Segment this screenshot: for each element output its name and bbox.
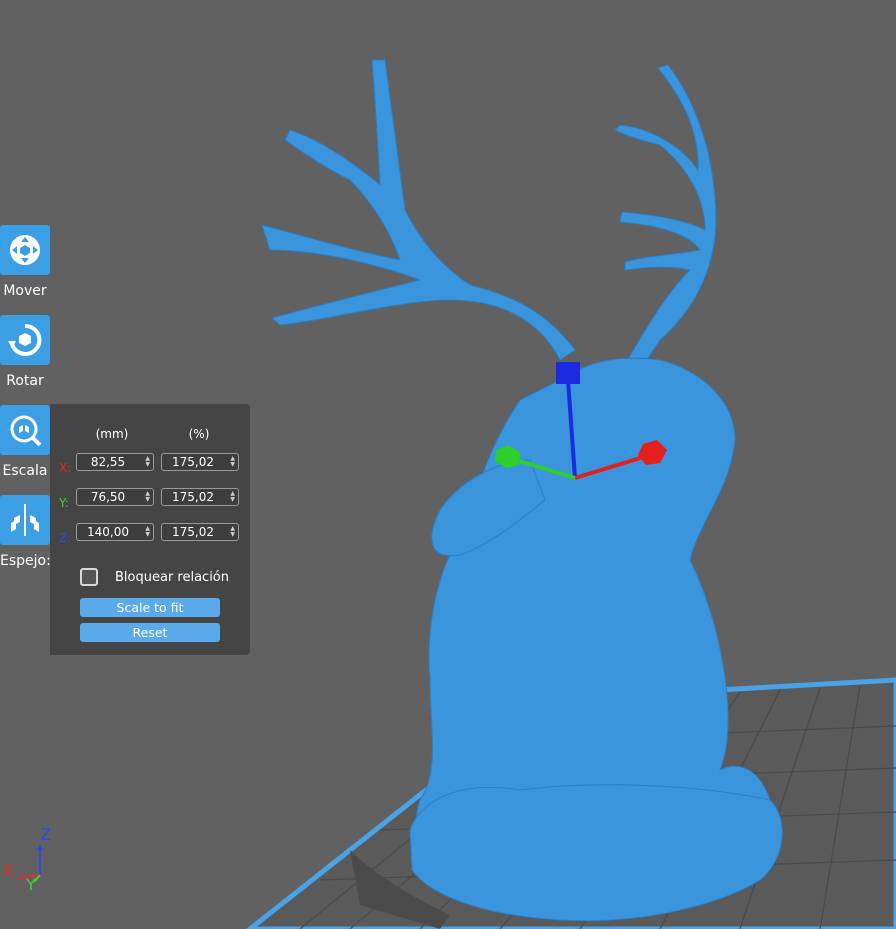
y-axis-label: Y:	[59, 496, 69, 510]
mirror-tool-label: Espejo:	[0, 553, 51, 569]
x-percent-input[interactable]: 175,02 ▲ ▼	[161, 453, 239, 471]
mirror-tool-button[interactable]	[0, 495, 50, 545]
scale-tool-button[interactable]	[0, 405, 50, 455]
rotate-tool-button[interactable]	[0, 315, 50, 365]
move-tool-label: Mover	[3, 283, 47, 299]
scale-icon	[10, 415, 42, 447]
x-mm-input[interactable]: 82,55 ▲ ▼	[76, 453, 154, 471]
z-mm-input[interactable]: 140,00 ▲ ▼	[76, 523, 154, 541]
z-percent-value: 175,02	[172, 525, 214, 539]
lock-ratio-label: Bloquear relación	[115, 570, 230, 585]
mm-column-header: (mm)	[95, 427, 129, 441]
scale-to-fit-button[interactable]: Scale to fit	[80, 598, 220, 617]
spinner-arrows-icon[interactable]: ▲ ▼	[230, 456, 235, 468]
spinner-arrows-icon[interactable]: ▲ ▼	[145, 456, 150, 468]
x-axis-letter: X	[3, 861, 14, 880]
y-mm-input[interactable]: 76,50 ▲ ▼	[76, 488, 154, 506]
spinner-arrows-icon[interactable]: ▲ ▼	[230, 491, 235, 503]
y-percent-value: 175,02	[172, 490, 214, 504]
reset-button[interactable]: Reset	[80, 623, 220, 642]
rotate-tool-label: Rotar	[6, 373, 44, 389]
x-percent-value: 175,02	[172, 455, 214, 469]
spinner-arrows-icon[interactable]: ▲ ▼	[145, 491, 150, 503]
x-mm-value: 82,55	[90, 455, 126, 469]
jackalope-model[interactable]	[261, 59, 783, 922]
scale-tool-label: Escala	[2, 463, 48, 479]
mirror-icon	[11, 504, 39, 536]
y-percent-input[interactable]: 175,02 ▲ ▼	[161, 488, 239, 506]
lock-ratio-checkbox[interactable]	[80, 568, 98, 586]
y-mm-value: 76,50	[90, 490, 126, 504]
move-tool-button[interactable]	[0, 225, 50, 275]
z-percent-input[interactable]: 175,02 ▲ ▼	[161, 523, 239, 541]
spinner-arrows-icon[interactable]: ▲ ▼	[230, 526, 235, 538]
scale-panel: (mm) (%) X: 82,55 ▲ ▼ 175,02 ▲ ▼ Y: 76,50 …	[50, 404, 250, 655]
rotate-icon	[8, 323, 42, 356]
x-axis-label: X:	[59, 461, 72, 475]
move-icon	[10, 235, 40, 265]
percent-column-header: (%)	[188, 427, 210, 441]
z-mm-value: 140,00	[87, 525, 129, 539]
z-axis-letter: Z	[40, 825, 51, 844]
axes-orientation-icon: Z X Y	[3, 825, 51, 894]
z-axis-label: Z:	[59, 531, 72, 545]
z-axis-handle[interactable]	[556, 362, 580, 384]
y-axis-letter: Y	[25, 875, 36, 894]
spinner-arrows-icon[interactable]: ▲ ▼	[145, 526, 150, 538]
